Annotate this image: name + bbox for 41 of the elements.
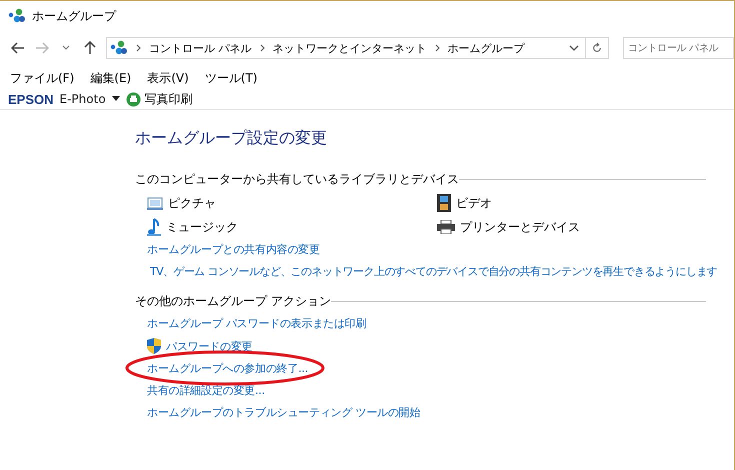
menu-item[interactable]: ツール(T): [204, 70, 258, 86]
window-title: ホームグループ: [32, 8, 116, 24]
brand-logo: EPSON: [8, 92, 54, 106]
section-heading: その他のホームグループ アクション: [135, 293, 331, 310]
chevron-right-icon: [136, 44, 141, 52]
chevron-down-icon[interactable]: [569, 45, 579, 51]
film-strip-icon: [437, 194, 451, 212]
app-name: E-Photo: [60, 92, 106, 106]
music-note-icon: [147, 218, 161, 236]
menu-item[interactable]: 表示(V): [147, 70, 189, 86]
link[interactable]: 共有の詳細設定の変更...: [147, 383, 734, 398]
link[interactable]: ホームグループ パスワードの表示または印刷: [147, 316, 734, 331]
breadcrumb-item[interactable]: コントロール パネル: [149, 40, 252, 56]
picture-frame-icon: [147, 196, 163, 210]
link[interactable]: パスワードの変更: [166, 338, 252, 354]
printer-icon: [437, 220, 455, 234]
shield-icon: [147, 338, 161, 354]
chevron-right-icon: [434, 44, 440, 52]
link[interactable]: ホームグループのトラブルシューティング ツールの開始: [147, 405, 734, 420]
chevron-right-icon: [260, 44, 264, 52]
page-title: ホームグループ設定の変更: [135, 128, 328, 149]
printer-icon: [126, 92, 141, 106]
library-label: プリンターとデバイス: [460, 218, 580, 236]
menu-item[interactable]: ファイル(F): [10, 70, 74, 86]
section-heading: このコンピューターから共有しているライブラリとデバイス: [135, 171, 459, 188]
library-label: ビデオ: [456, 194, 492, 212]
refresh-button[interactable]: [585, 37, 609, 59]
breadcrumb-item[interactable]: ネットワークとインターネット: [272, 40, 426, 56]
homegroup-icon: [110, 40, 128, 56]
menu-item[interactable]: 編集(E): [90, 70, 132, 86]
print-photo-button[interactable]: 写真印刷: [126, 90, 193, 108]
link[interactable]: ホームグループとの共有内容の変更: [147, 242, 734, 257]
search-field[interactable]: コントロール パネル: [623, 37, 734, 59]
dropdown-arrow-icon[interactable]: [112, 96, 120, 102]
breadcrumb-item[interactable]: ホームグループ: [448, 40, 524, 56]
refresh-icon: [592, 42, 602, 54]
library-label: ミュージック: [166, 218, 238, 236]
link[interactable]: TV、ゲーム コンソールなど、このネットワーク上のすべてのデバイスで自分の共有コンテンツを再生できるようにします: [147, 264, 734, 279]
address-bar[interactable]: コントロール パネル ネットワークとインターネット ホームグループ: [106, 37, 586, 59]
homegroup-icon: [8, 8, 26, 24]
library-label: ピクチャ: [168, 194, 216, 212]
